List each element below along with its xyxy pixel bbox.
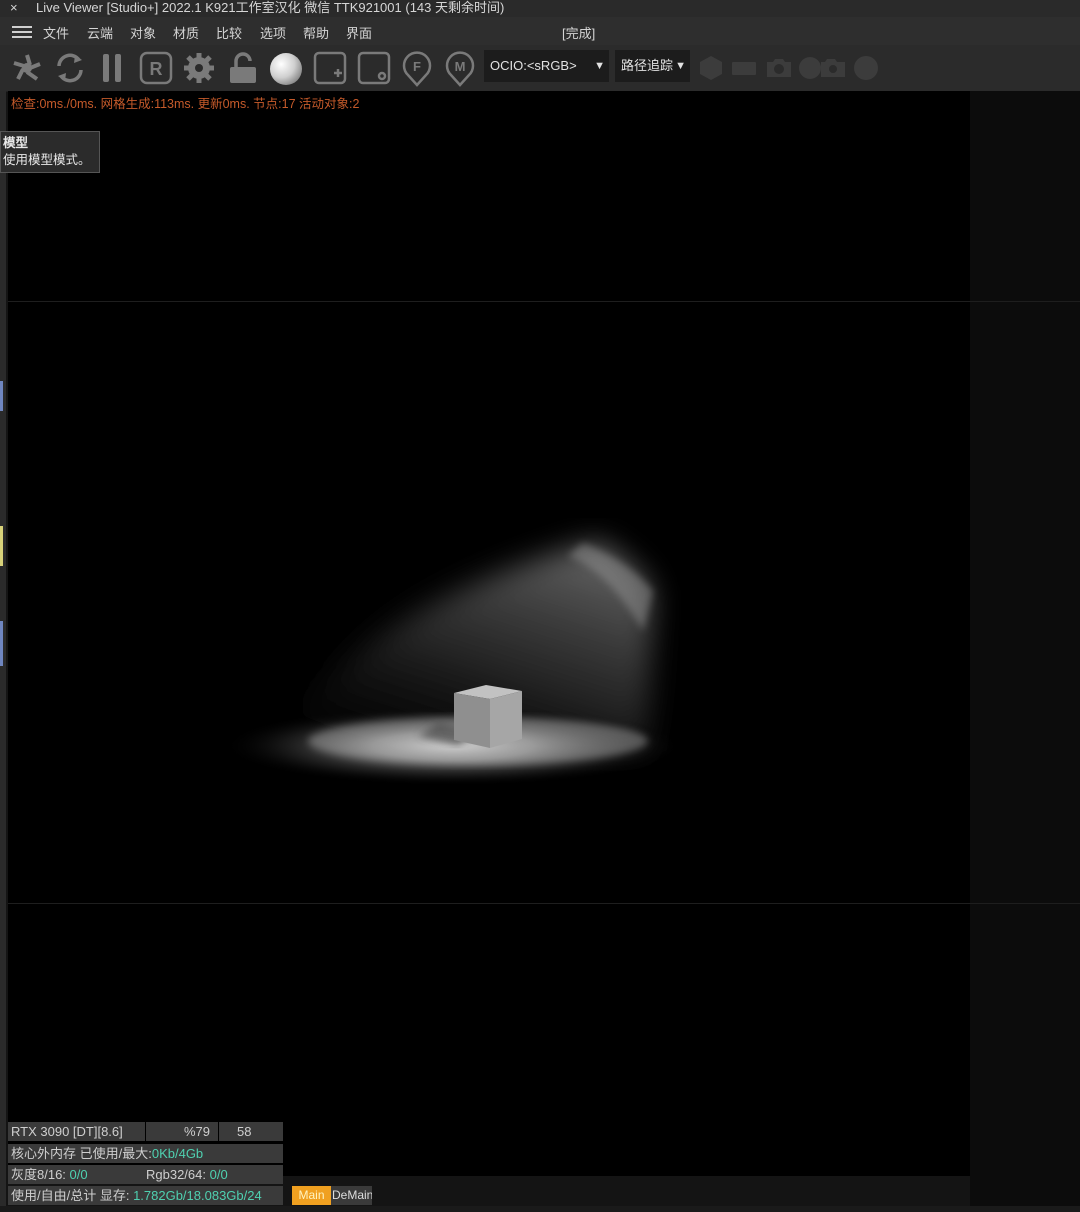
out-of-core-memory: 核心外内存 已使用/最大:0Kb/4Gb <box>8 1144 283 1163</box>
render-stats-line: 检查:0ms./0ms. 网格生成:113ms. 更新0ms. 节点:17 活动… <box>11 97 360 111</box>
menu-bar: 文件 云端 对象 材质 比较 选项 帮助 界面 [完成] <box>0 17 1080 46</box>
render-status: [完成] <box>562 26 596 41</box>
bottom-bar <box>0 1206 1080 1212</box>
tooltip: 模型 使用模型模式。 <box>0 131 100 173</box>
render-image <box>223 541 683 786</box>
sphere-icon[interactable] <box>268 51 304 85</box>
tooltip-description: 使用模型模式。 <box>3 153 91 167</box>
texture-stats: 灰度8/16: 0/0 Rgb32/64: 0/0 <box>8 1165 283 1184</box>
vram-label: 使用/自由/总计 显存: <box>11 1188 134 1203</box>
gpu-utilization: %79 <box>146 1122 218 1141</box>
rgb-value: 0/0 <box>209 1167 228 1182</box>
region-render-icon[interactable]: R <box>139 51 173 85</box>
gpu-name-text: RTX 3090 [DT][8.6] <box>11 1124 123 1139</box>
hexagon-icon[interactable] <box>698 55 724 89</box>
gpu-utilization-text: %79 <box>183 1124 210 1139</box>
gpu-name: RTX 3090 [DT][8.6] <box>8 1122 145 1141</box>
svg-text:F: F <box>413 59 421 74</box>
ocio-select[interactable]: OCIO:<sRGB> ▼ <box>484 50 609 82</box>
toolbar: R F M OCIO:<sRGB> ▼ 路径追踪 ▼ <box>0 45 1080 92</box>
menu-cloud[interactable]: 云端 <box>87 23 113 42</box>
left-dock-strip <box>0 91 6 1212</box>
out-of-core-label: 核心外内存 已使用/最大: <box>11 1146 152 1161</box>
circle-icon[interactable] <box>852 54 880 88</box>
pause-icon[interactable] <box>100 51 126 85</box>
tab-demain[interactable]: DeMain <box>331 1186 372 1205</box>
render-icon[interactable] <box>10 51 44 85</box>
kernel-select-value: 路径追踪 <box>621 58 674 73</box>
right-panel <box>970 91 1080 1212</box>
menu-object[interactable]: 对象 <box>130 23 156 42</box>
menu-compare[interactable]: 比较 <box>216 23 242 42</box>
ocio-select-value: OCIO:<sRGB> <box>490 58 577 73</box>
tooltip-title: 模型 <box>3 136 29 150</box>
dock-marker <box>0 526 3 566</box>
viewport-guide-line <box>8 301 1080 302</box>
hamburger-menu-icon[interactable] <box>12 23 32 39</box>
lock-icon[interactable] <box>226 51 260 85</box>
menu-file[interactable]: 文件 <box>43 23 69 42</box>
camera-icon[interactable] <box>765 55 793 89</box>
film-icon[interactable] <box>731 55 757 89</box>
material-picker-icon[interactable]: M <box>443 51 477 87</box>
kernel-select[interactable]: 路径追踪 ▼ <box>615 50 690 82</box>
vram-value: 1.782Gb/18.083Gb/24 <box>133 1188 262 1203</box>
menu-material[interactable]: 材质 <box>173 23 199 42</box>
camera-snapshot-icon[interactable] <box>797 55 847 89</box>
out-of-core-value: 0Kb/4Gb <box>151 1146 204 1161</box>
settings-icon[interactable] <box>182 51 216 85</box>
render-viewport[interactable] <box>8 91 970 1176</box>
close-button[interactable]: × <box>10 0 18 15</box>
viewport-guide-line <box>8 903 1080 904</box>
svg-text:M: M <box>455 59 466 74</box>
menu-help[interactable]: 帮助 <box>303 23 329 42</box>
add-frame-icon[interactable] <box>313 51 347 85</box>
menu-interface[interactable]: 界面 <box>346 23 372 42</box>
dock-marker <box>0 621 3 666</box>
dock-marker <box>0 381 3 411</box>
rgb-stat: Rgb32/64: 0/0 <box>146 1165 228 1184</box>
object-frame-icon[interactable] <box>357 51 391 85</box>
gray-label: 灰度8/16: <box>11 1167 70 1182</box>
window-title: Live Viewer [Studio+] 2022.1 K921工作室汉化 微… <box>36 0 505 15</box>
tab-main[interactable]: Main <box>292 1186 331 1205</box>
chevron-down-icon: ▼ <box>675 60 686 72</box>
refresh-icon[interactable] <box>53 51 87 85</box>
rgb-label: Rgb32/64: <box>146 1167 210 1182</box>
gray-value: 0/0 <box>69 1167 88 1182</box>
title-bar: × Live Viewer [Studio+] 2022.1 K921工作室汉化… <box>0 0 1080 17</box>
gpu-temperature: 58 <box>219 1122 283 1141</box>
gpu-temperature-text: 58 <box>237 1124 252 1139</box>
chevron-down-icon: ▼ <box>594 60 605 72</box>
menu-options[interactable]: 选项 <box>260 23 286 42</box>
focus-picker-icon[interactable]: F <box>400 51 434 87</box>
svg-text:R: R <box>150 59 163 79</box>
vram-usage: 使用/自由/总计 显存: 1.782Gb/18.083Gb/24 <box>8 1186 283 1205</box>
